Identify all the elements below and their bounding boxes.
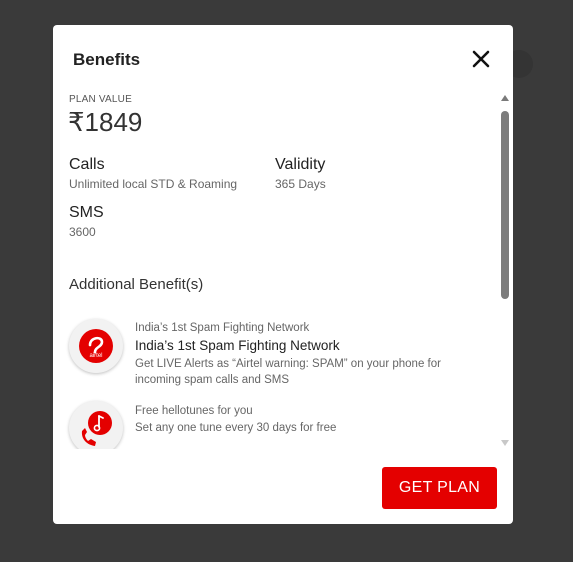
sms-value: 3600 [69,225,96,239]
modal-header: Benefits [53,25,513,89]
plan-value: ₹1849 [68,107,143,137]
scrollbar-thumb[interactable] [501,111,509,299]
benefit-subtitle: India’s 1st Spam Fighting Network [135,322,310,334]
additional-benefits-title: Additional Benefit(s) [69,276,204,293]
benefit-description: Set any one tune every 30 days for free [135,422,337,434]
plan-value-label: PLAN VALUE [69,94,132,105]
hellotunes-icon [69,401,123,449]
close-button[interactable] [469,47,493,71]
sms-title: SMS [69,204,104,221]
benefits-modal: Benefits PLAN VALUE ₹1849 Calls Unlimite… [53,25,513,524]
scroll-down-arrow-icon[interactable] [501,440,509,446]
modal-title: Benefits [73,50,141,69]
scroll-up-arrow-icon[interactable] [501,95,509,101]
svg-text:airtel: airtel [89,353,102,359]
get-plan-button[interactable]: GET PLAN [382,467,497,509]
benefits-scroll-area[interactable]: PLAN VALUE ₹1849 Calls Unlimited local S… [53,89,513,449]
close-icon [472,50,490,68]
benefit-title: India’s 1st Spam Fighting Network [135,338,340,353]
calls-title: Calls [69,156,105,173]
validity-title: Validity [275,156,326,173]
airtel-logo-icon: airtel [69,319,123,373]
scrollbar[interactable] [499,95,511,449]
benefit-description: Get LIVE Alerts as “Airtel warning: SPAM… [135,358,441,386]
validity-value: 365 Days [275,177,326,191]
benefit-subtitle: Free hellotunes for you [135,405,253,417]
calls-value: Unlimited local STD & Roaming [69,177,238,191]
